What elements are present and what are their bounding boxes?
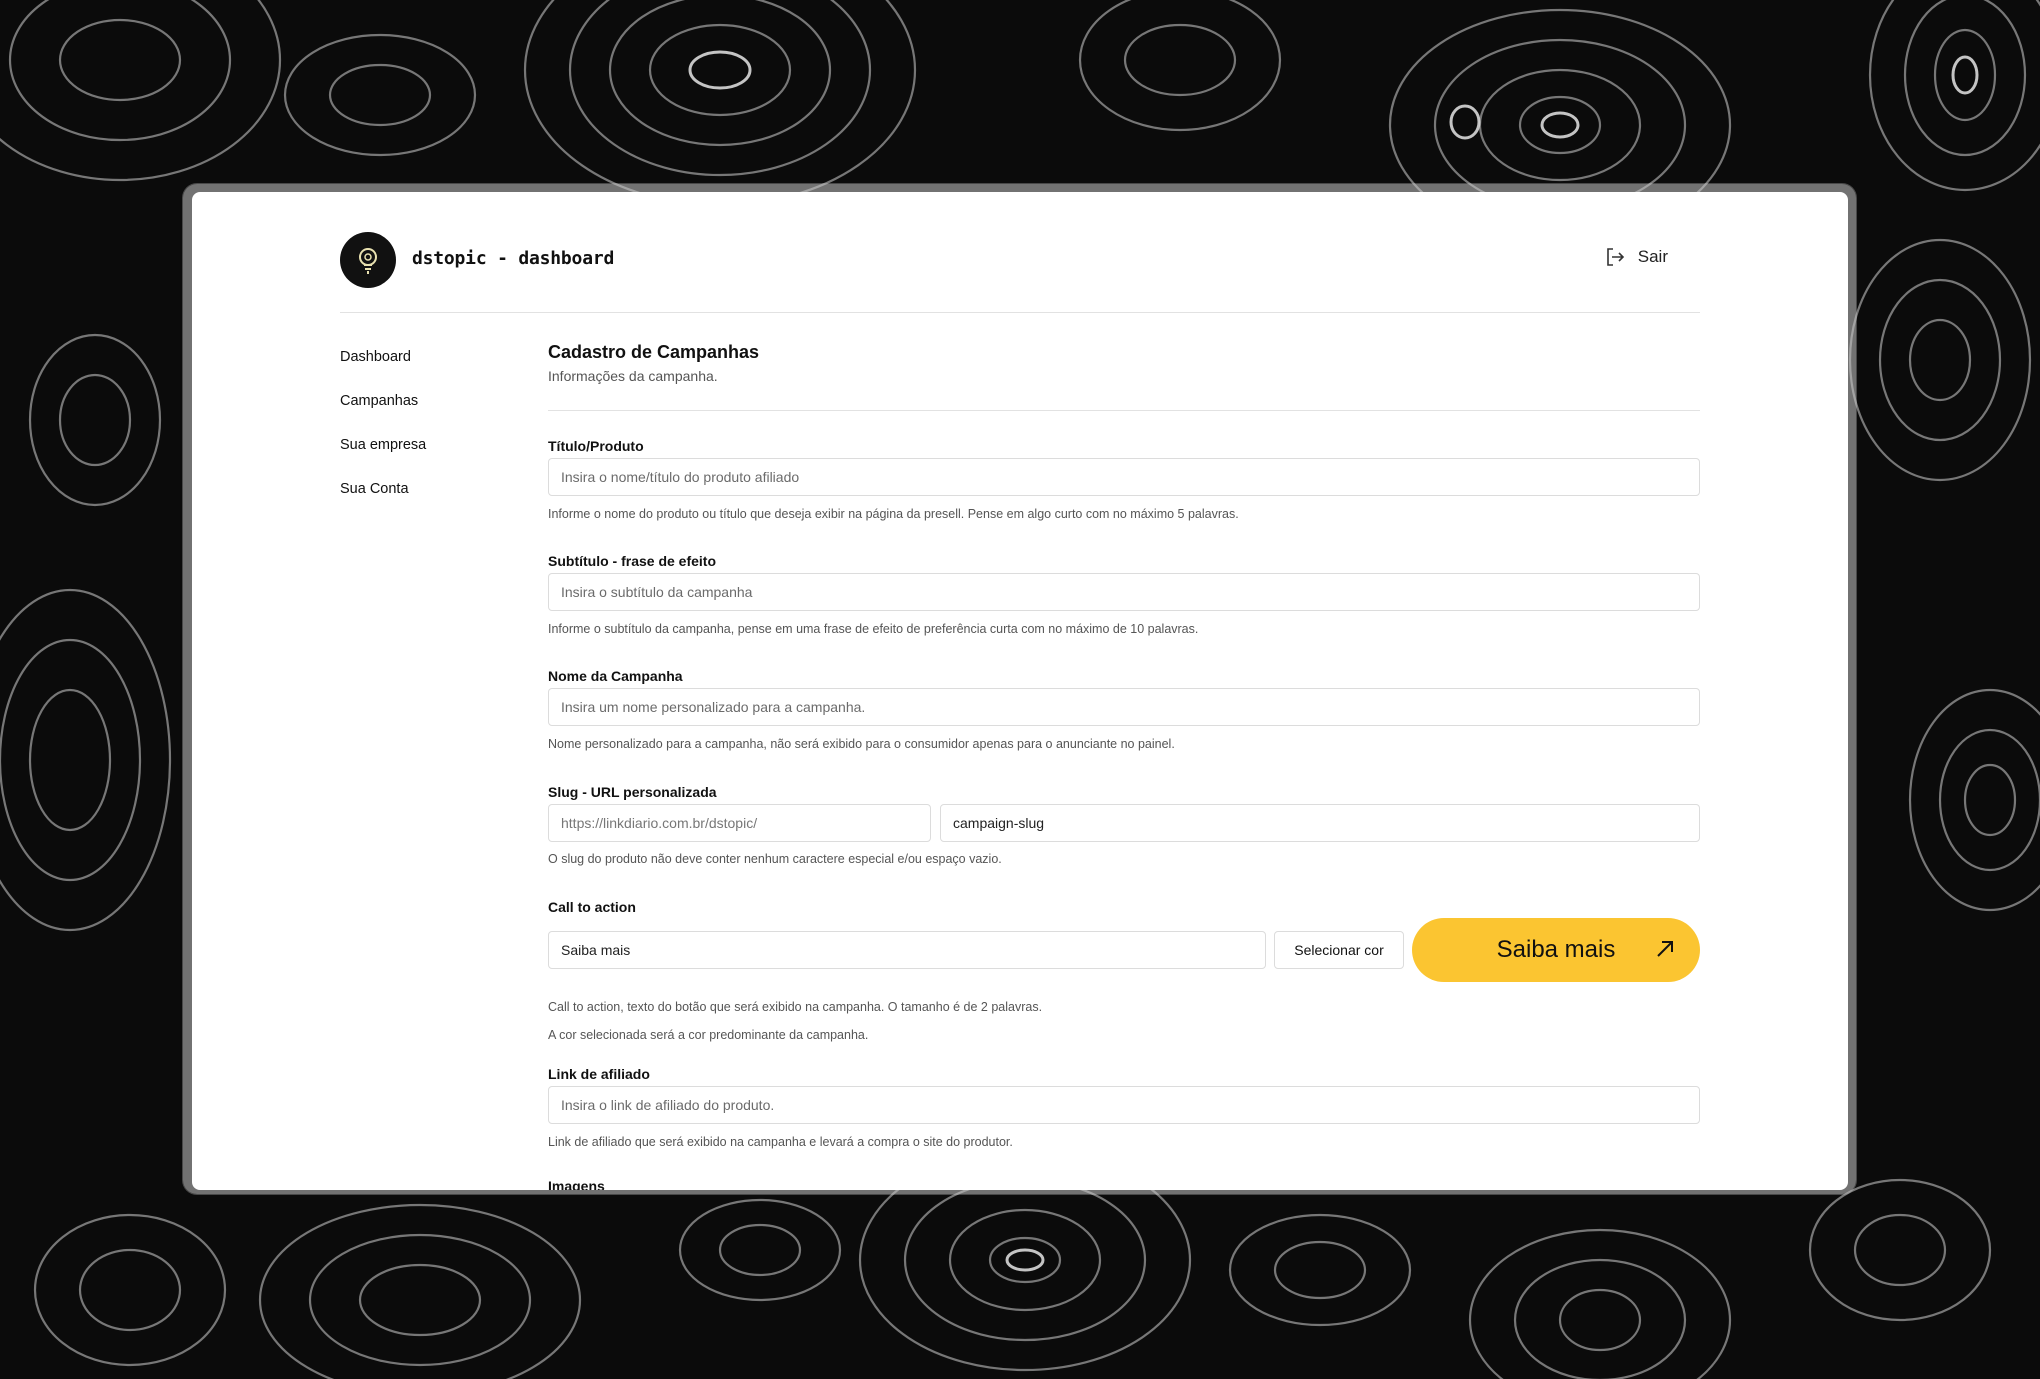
nome-label: Nome da Campanha — [548, 668, 683, 684]
arrow-up-right-icon — [1657, 941, 1673, 957]
link-input[interactable] — [548, 1086, 1700, 1124]
signout-button[interactable]: Sair — [1604, 246, 1668, 268]
slug-help: O slug do produto não deve conter nenhum… — [548, 852, 1002, 866]
cta-preview-button[interactable]: Saiba mais — [1412, 918, 1700, 982]
content-container: dstopic - dashboard Sair Dashboard Campa… — [340, 192, 1700, 1190]
subtitulo-input[interactable] — [548, 573, 1700, 611]
page-subtitle: Informações da campanha. — [548, 368, 718, 384]
page-title: Cadastro de Campanhas — [548, 342, 760, 362]
imagens-label: Imagens — [548, 1178, 605, 1190]
signout-label: Sair — [1637, 247, 1668, 266]
logout-icon — [1606, 248, 1624, 266]
titulo-help: Informe o nome do produto ou título que … — [548, 507, 1239, 521]
cta-label: Call to action — [548, 899, 636, 915]
sidebar-nav: Dashboard Campanhas Sua empresa Sua Cont… — [340, 347, 540, 523]
brand-title: dstopic - dashboard — [412, 248, 615, 269]
select-color-button[interactable]: Selecionar cor — [1274, 931, 1404, 969]
link-help: Link de afiliado que será exibido na cam… — [548, 1135, 1013, 1149]
link-label: Link de afiliado — [548, 1066, 650, 1082]
slug-prefix: https://linkdiario.com.br/dstopic/ — [548, 804, 931, 842]
slug-input[interactable] — [940, 804, 1700, 842]
top-header: dstopic - dashboard Sair — [340, 232, 1700, 313]
sidebar-item-sua-empresa[interactable]: Sua empresa — [340, 435, 540, 479]
subtitulo-help: Informe o subtítulo da campanha, pense e… — [548, 622, 1199, 636]
nome-help: Nome personalizado para a campanha, não … — [548, 737, 1175, 751]
sidebar-item-sua-conta[interactable]: Sua Conta — [340, 479, 540, 523]
subtitulo-label: Subtítulo - frase de efeito — [548, 553, 717, 569]
campaign-form: Cadastro de Campanhas Informações da cam… — [548, 340, 1700, 1190]
nome-input[interactable] — [548, 688, 1700, 726]
cta-preview-label: Saiba mais — [1496, 936, 1616, 963]
cta-help: Call to action, texto do botão que será … — [548, 1000, 1043, 1014]
dashboard-window: dstopic - dashboard Sair Dashboard Campa… — [192, 192, 1848, 1190]
sidebar-item-dashboard[interactable]: Dashboard — [340, 347, 540, 391]
cta-input[interactable] — [548, 931, 1266, 969]
titulo-input[interactable] — [548, 458, 1700, 496]
section-divider — [548, 410, 1700, 411]
cta-color-help: A cor selecionada será a cor predominant… — [548, 1028, 869, 1042]
lightbulb-logo-icon — [359, 248, 377, 274]
sidebar-item-campanhas[interactable]: Campanhas — [340, 391, 540, 435]
slug-label: Slug - URL personalizada — [548, 784, 717, 800]
brand-logo[interactable] — [340, 232, 396, 288]
titulo-label: Título/Produto — [548, 438, 644, 454]
